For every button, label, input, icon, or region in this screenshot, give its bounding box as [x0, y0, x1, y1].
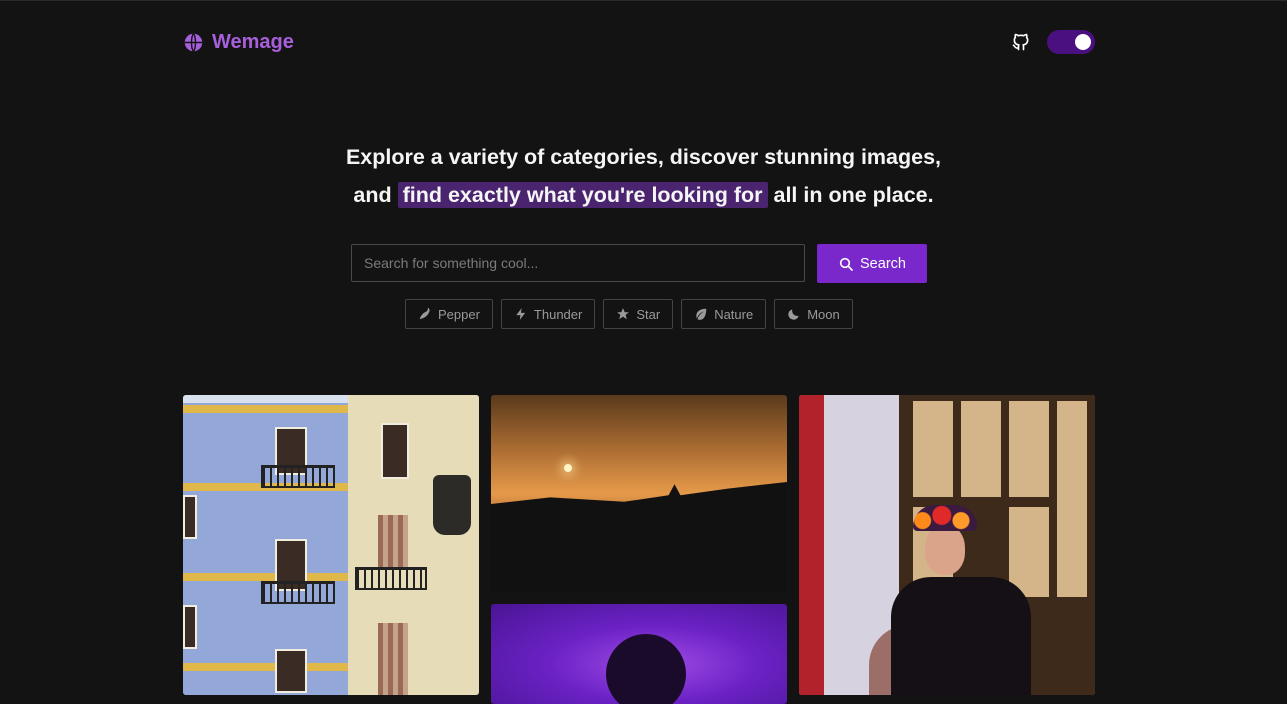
chip-nature[interactable]: Nature	[681, 299, 767, 329]
chip-label: Nature	[714, 306, 754, 322]
hero-line-2: and find exactly what you're looking for…	[0, 176, 1287, 214]
gallery-photo-buildings[interactable]	[183, 395, 479, 695]
chip-moon[interactable]: Moon	[774, 299, 853, 329]
hero-highlight: find exactly what you're looking for	[397, 182, 768, 208]
chip-label: Star	[636, 306, 661, 322]
search-button[interactable]: Search	[817, 244, 927, 283]
gallery-photo-catrina[interactable]	[799, 395, 1095, 695]
github-icon[interactable]	[1011, 32, 1031, 52]
top-bar: Wemage	[183, 29, 1095, 55]
pepper-icon	[418, 307, 432, 321]
chip-label: Thunder	[533, 306, 583, 322]
gallery-photo-sunset[interactable]	[491, 395, 787, 592]
category-chips: Pepper Thunder Star Nature Moon	[405, 299, 853, 329]
toggle-knob	[1075, 34, 1091, 50]
leaf-icon	[694, 307, 708, 321]
moon-icon	[787, 307, 801, 321]
hero-line-1: Explore a variety of categories, discove…	[345, 145, 942, 169]
chip-pepper[interactable]: Pepper	[405, 299, 493, 329]
chip-thunder[interactable]: Thunder	[500, 299, 596, 329]
globe-icon	[183, 32, 204, 53]
search-icon	[838, 256, 854, 272]
theme-toggle[interactable]	[1047, 30, 1095, 54]
search-button-label: Search	[860, 255, 906, 272]
hero-headline: Explore a variety of categories, discove…	[0, 138, 1287, 214]
search-input[interactable]	[351, 244, 805, 282]
chip-label: Pepper	[438, 306, 480, 322]
brand[interactable]: Wemage	[183, 31, 294, 54]
hero-line-2-prefix: and	[353, 183, 392, 207]
brand-name: Wemage	[212, 30, 294, 53]
chip-star[interactable]: Star	[603, 299, 674, 329]
hero-line-2-suffix: all in one place.	[773, 183, 934, 207]
thunder-icon	[514, 307, 528, 321]
chip-label: Moon	[807, 306, 840, 322]
search-bar: Search	[351, 244, 927, 283]
gallery-photo-purple-portrait[interactable]	[491, 604, 787, 704]
header-actions	[1011, 30, 1095, 54]
star-icon	[616, 307, 630, 321]
